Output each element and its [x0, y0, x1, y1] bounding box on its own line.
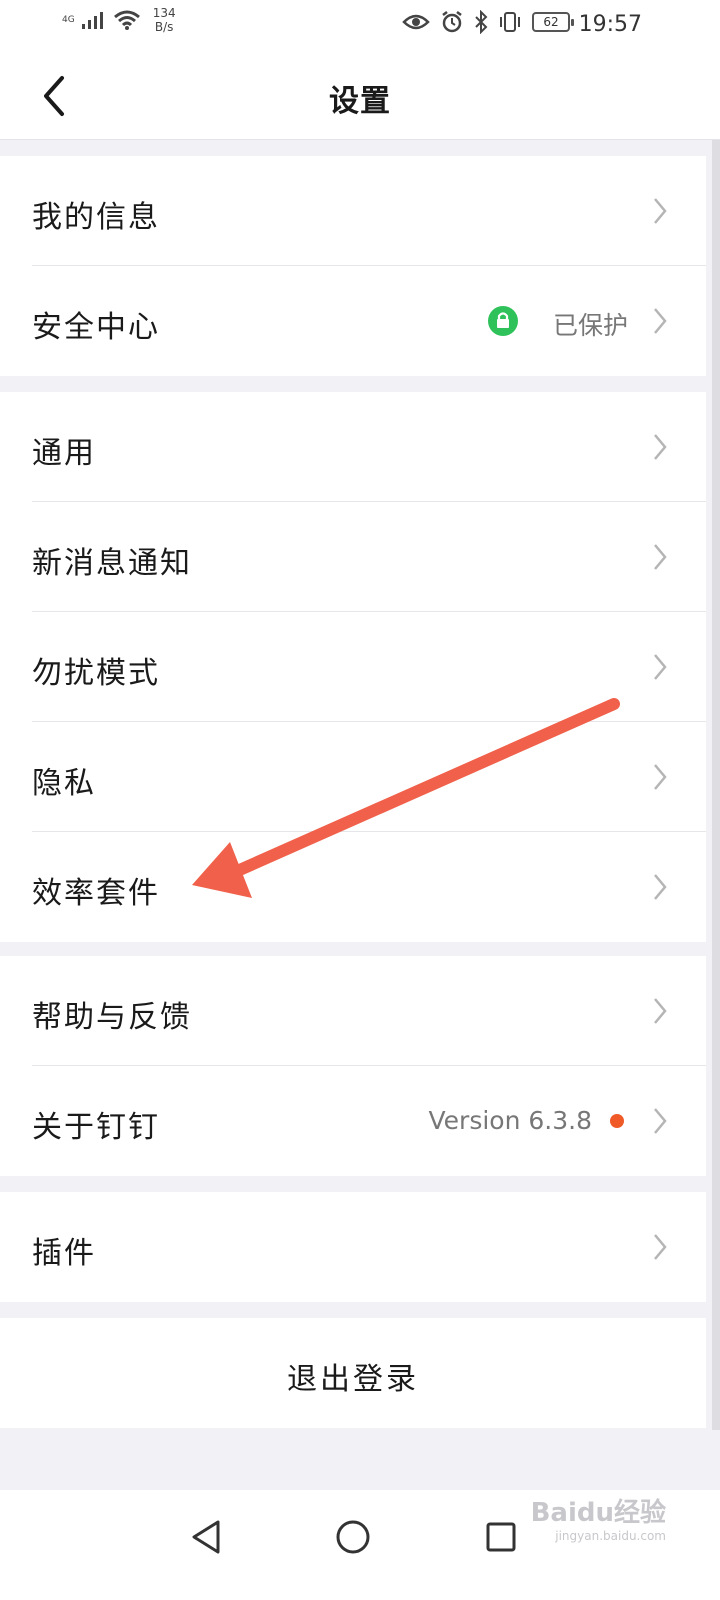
settings-item-label: 帮助与反馈	[32, 1000, 192, 1035]
settings-item-label: 隐私	[32, 766, 96, 801]
network-speed-unit: B/s	[154, 20, 174, 34]
settings-item-label: 关于钉钉	[32, 1110, 160, 1145]
lock-icon	[488, 306, 518, 336]
settings-group-about: 帮助与反馈 关于钉钉 Version 6.3.8	[0, 956, 706, 1176]
status-bar: 4G 134 B/s 62 19:57	[0, 0, 720, 52]
signal-icon	[81, 12, 103, 29]
wifi-icon	[113, 10, 140, 30]
logout-label: 退出登录	[287, 1362, 419, 1397]
watermark: Baidu经验 jingyan.baidu.com	[531, 1492, 666, 1543]
settings-item-help-feedback[interactable]: 帮助与反馈	[0, 956, 706, 1066]
chevron-right-icon	[654, 1108, 667, 1134]
bluetooth-icon	[475, 10, 488, 34]
chevron-right-icon	[654, 198, 667, 224]
settings-item-security-center[interactable]: 安全中心 已保护	[0, 266, 706, 376]
nav-home-icon[interactable]	[328, 1512, 378, 1562]
chevron-right-icon	[654, 1234, 667, 1260]
settings-item-do-not-disturb[interactable]: 勿扰模式	[0, 612, 706, 722]
network-speed-value: 134	[152, 6, 176, 20]
page-title: 设置	[329, 84, 391, 119]
logout-button[interactable]: 退出登录	[0, 1318, 706, 1428]
settings-item-notifications[interactable]: 新消息通知	[0, 502, 706, 612]
status-bar-left: 4G 134 B/s	[62, 6, 176, 34]
status-bar-right: 62	[402, 10, 574, 34]
nav-header: 设置	[0, 52, 720, 140]
version-label: Version 6.3.8	[428, 1106, 593, 1135]
chevron-right-icon	[654, 764, 667, 790]
vibrate-icon	[500, 12, 520, 32]
alarm-icon	[442, 11, 462, 33]
settings-item-productivity-suite[interactable]: 效率套件	[0, 832, 706, 942]
watermark-logo: Baidu经验	[530, 1498, 666, 1528]
settings-item-label: 安全中心	[32, 310, 160, 345]
security-status: 已保护	[552, 311, 628, 340]
settings-group-plugins: 插件	[0, 1192, 706, 1302]
eye-icon	[402, 14, 430, 30]
settings-item-my-info[interactable]: 我的信息	[0, 156, 706, 266]
settings-item-label: 新消息通知	[32, 546, 192, 581]
network-speed: 134 B/s	[153, 6, 176, 34]
battery-indicator: 62	[532, 12, 574, 32]
chevron-right-icon	[654, 434, 667, 460]
settings-item-label: 效率套件	[32, 876, 160, 911]
scrollbar[interactable]	[712, 140, 720, 1430]
network-type: 4G	[62, 15, 75, 25]
nav-back-icon[interactable]	[182, 1512, 232, 1562]
settings-item-plugins[interactable]: 插件	[0, 1192, 706, 1302]
settings-item-label: 勿扰模式	[32, 656, 160, 691]
status-time: 19:57	[578, 12, 642, 37]
chevron-right-icon	[654, 874, 667, 900]
chevron-right-icon	[654, 544, 667, 570]
settings-item-label: 我的信息	[32, 200, 160, 235]
settings-item-about[interactable]: 关于钉钉 Version 6.3.8	[0, 1066, 706, 1176]
settings-group-account: 我的信息 安全中心 已保护	[0, 156, 706, 376]
settings-item-label: 通用	[32, 436, 96, 471]
settings-item-privacy[interactable]: 隐私	[0, 722, 706, 832]
nav-recents-icon[interactable]	[476, 1512, 526, 1562]
chevron-right-icon	[654, 654, 667, 680]
settings-item-general[interactable]: 通用	[0, 392, 706, 502]
chevron-right-icon	[654, 998, 667, 1024]
settings-item-label: 插件	[32, 1236, 96, 1271]
update-dot	[610, 1114, 624, 1128]
settings-group-general: 通用 新消息通知 勿扰模式 隐私 效率套件	[0, 392, 706, 942]
chevron-right-icon	[654, 308, 667, 334]
watermark-url: jingyan.baidu.com	[555, 1529, 666, 1543]
